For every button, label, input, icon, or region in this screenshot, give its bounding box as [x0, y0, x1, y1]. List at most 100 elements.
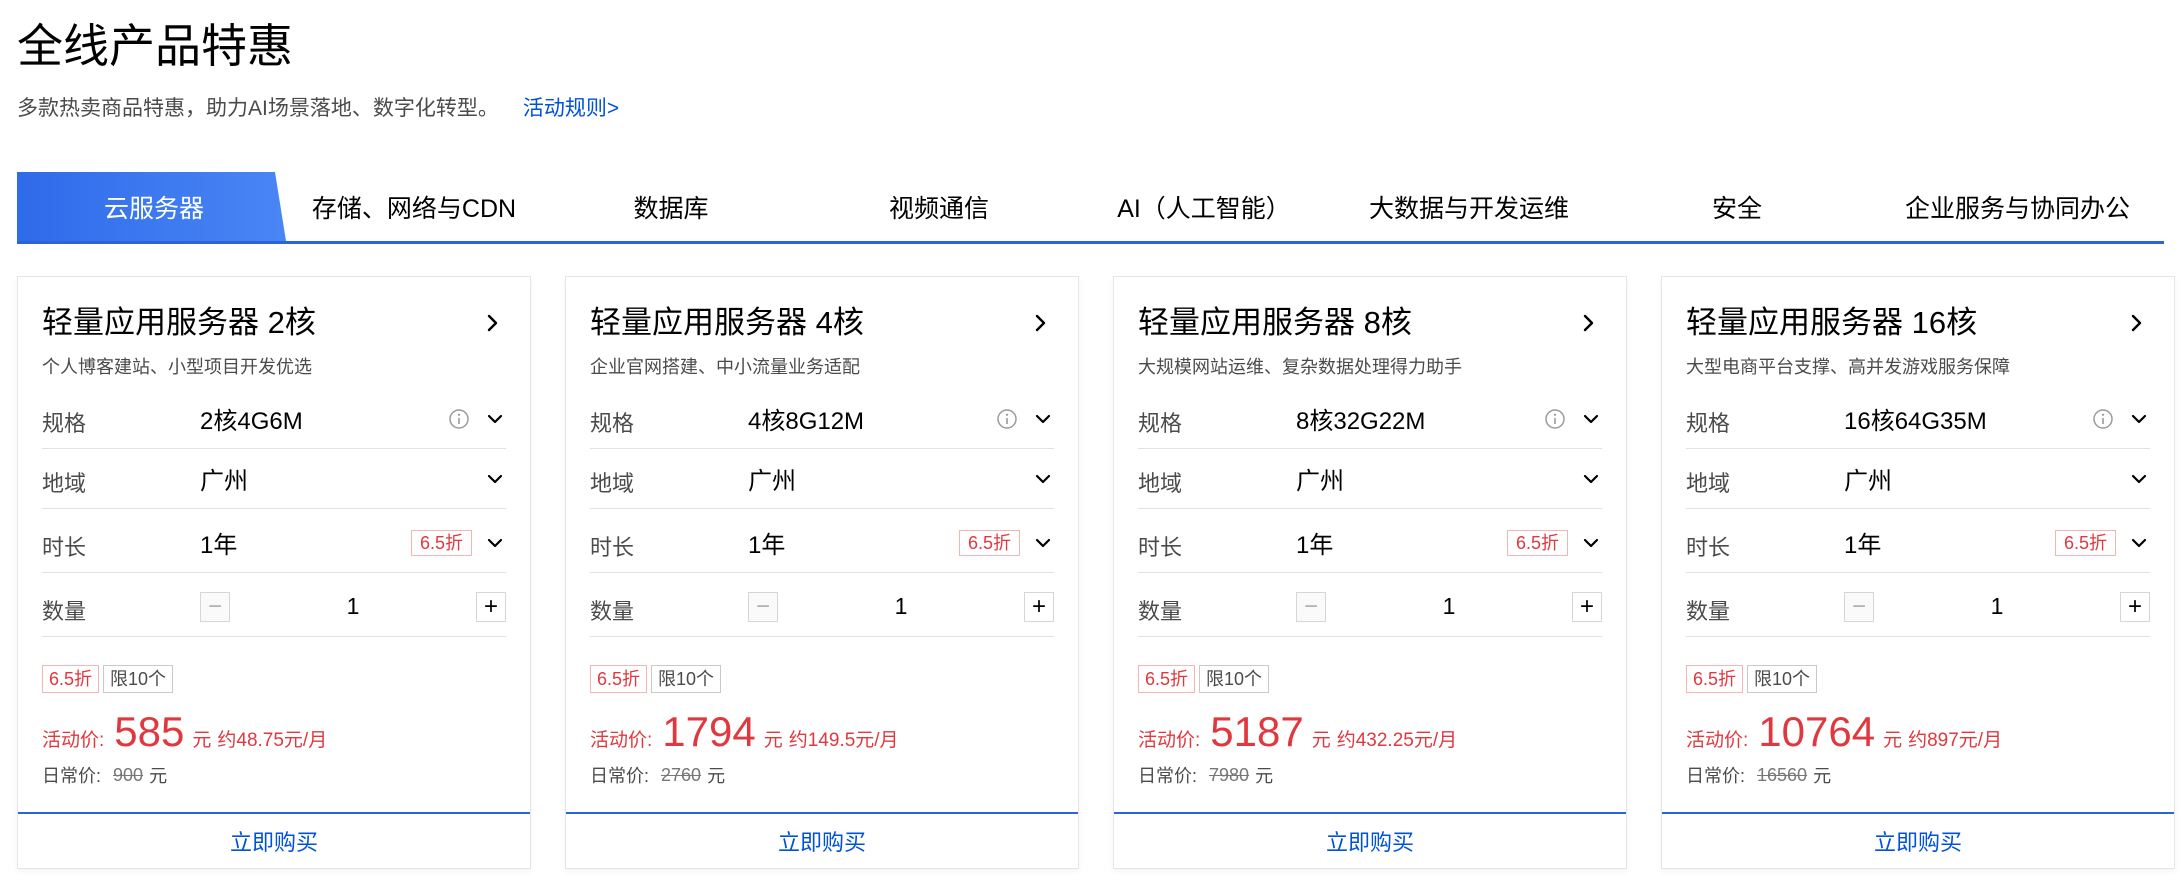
chevron-down-icon[interactable] [2128, 408, 2150, 430]
tab-security[interactable]: 安全 [1603, 172, 1871, 241]
card-title: 轻量应用服务器 8核 [1138, 305, 1412, 340]
buy-now-button[interactable]: 立即购买 [1114, 812, 1626, 868]
region-select[interactable]: 广州 [200, 461, 484, 496]
normal-price-currency: 元 [1255, 766, 1274, 786]
duration-label: 时长 [42, 534, 87, 560]
duration-select[interactable]: 1年 [200, 525, 411, 560]
page-title: 全线产品特惠 [17, 20, 293, 72]
region-row[interactable]: 地域 广州 [590, 449, 1054, 509]
plus-icon[interactable]: + [1023, 591, 1054, 622]
product-card: 轻量应用服务器 2核 个人博客建站、小型项目开发优选 规格 2核4G6M 地域 … [17, 276, 531, 869]
info-circle-icon[interactable] [996, 408, 1018, 430]
activity-price-currency: 元 [192, 730, 212, 751]
spec-row[interactable]: 规格 4核8G12M [590, 389, 1054, 449]
chevron-right-icon[interactable] [2124, 307, 2150, 339]
duration-select[interactable]: 1年 [748, 525, 959, 560]
buy-now-button[interactable]: 立即购买 [566, 812, 1078, 868]
chevron-down-icon[interactable] [2128, 532, 2150, 554]
chevron-down-icon[interactable] [1032, 532, 1054, 554]
duration-discount-tag: 6.5折 [958, 529, 1020, 556]
buy-now-button[interactable]: 立即购买 [1662, 812, 2174, 868]
card-header[interactable]: 轻量应用服务器 4核 [590, 303, 1054, 343]
normal-price-label: 日常价: [1686, 766, 1746, 786]
quantity-stepper[interactable]: − 1 + [748, 591, 1054, 622]
duration-discount-tag: 6.5折 [1506, 529, 1568, 556]
region-label: 地域 [42, 470, 87, 496]
duration-select[interactable]: 1年 [1296, 525, 1507, 560]
duration-row[interactable]: 时长 1年 6.5折 [1686, 513, 2150, 573]
info-circle-icon[interactable] [448, 408, 470, 430]
chevron-right-icon[interactable] [1028, 307, 1054, 339]
plus-icon[interactable]: + [475, 591, 506, 622]
quantity-stepper[interactable]: − 1 + [200, 591, 506, 622]
spec-label: 规格 [590, 410, 635, 436]
card-title: 轻量应用服务器 4核 [590, 305, 864, 340]
chevron-down-icon[interactable] [1032, 468, 1054, 490]
card-description: 企业官网搭建、中小流量业务适配 [590, 357, 860, 377]
quantity-value[interactable]: 1 [1991, 593, 2004, 620]
tab-storage-network-cdn[interactable]: 存储、网络与CDN [291, 172, 537, 241]
tab-video-communication[interactable]: 视频通信 [805, 172, 1073, 241]
page-subtitle: 多款热卖商品特惠，助力AI场景落地、数字化转型。 [17, 97, 499, 120]
quantity-value[interactable]: 1 [347, 593, 360, 620]
card-title: 轻量应用服务器 2核 [42, 305, 316, 340]
region-select[interactable]: 广州 [1296, 461, 1580, 496]
activity-price-row: 活动价: 585 元 约48.75元/月 [42, 707, 327, 757]
minus-icon[interactable]: − [748, 591, 778, 622]
quantity-stepper[interactable]: − 1 + [1296, 591, 1602, 622]
promo-badges: 6.5折 限10个 [42, 665, 177, 693]
plus-icon[interactable]: + [1571, 591, 1602, 622]
tab-database[interactable]: 数据库 [537, 172, 805, 241]
region-row[interactable]: 地域 广州 [42, 449, 506, 509]
discount-badge: 6.5折 [590, 665, 648, 693]
card-description: 大规模网站运维、复杂数据处理得力助手 [1138, 357, 1462, 377]
region-select[interactable]: 广州 [1844, 461, 2128, 496]
spec-row[interactable]: 规格 16核64G35M [1686, 389, 2150, 449]
quantity-stepper[interactable]: − 1 + [1844, 591, 2150, 622]
activity-price-label: 活动价: [590, 730, 653, 751]
quantity-value[interactable]: 1 [895, 593, 908, 620]
tab-bigdata-devops[interactable]: 大数据与开发运维 [1335, 172, 1603, 241]
spec-select[interactable]: 8核32G22M [1296, 401, 1544, 436]
card-header[interactable]: 轻量应用服务器 2核 [42, 303, 506, 343]
spec-row[interactable]: 规格 8核32G22M [1138, 389, 1602, 449]
tab-enterprise-services[interactable]: 企业服务与协同办公 [1871, 172, 2164, 241]
spec-select[interactable]: 16核64G35M [1844, 401, 2092, 436]
chevron-down-icon[interactable] [484, 468, 506, 490]
spec-select[interactable]: 4核8G12M [748, 401, 996, 436]
minus-icon[interactable]: − [1296, 591, 1326, 622]
chevron-down-icon[interactable] [484, 408, 506, 430]
chevron-down-icon[interactable] [484, 532, 506, 554]
tab-cloud-server[interactable]: 云服务器 [17, 172, 286, 241]
card-header[interactable]: 轻量应用服务器 16核 [1686, 303, 2150, 343]
minus-icon[interactable]: − [200, 591, 230, 622]
region-row[interactable]: 地域 广州 [1686, 449, 2150, 509]
promo-badges: 6.5折 限10个 [590, 665, 725, 693]
spec-select[interactable]: 2核4G6M [200, 401, 448, 436]
spec-row[interactable]: 规格 2核4G6M [42, 389, 506, 449]
info-circle-icon[interactable] [1544, 408, 1566, 430]
chevron-down-icon[interactable] [1580, 468, 1602, 490]
region-select[interactable]: 广州 [748, 461, 1032, 496]
activity-price-label: 活动价: [1686, 730, 1749, 751]
buy-now-button[interactable]: 立即购买 [18, 812, 530, 868]
chevron-right-icon[interactable] [480, 307, 506, 339]
plus-icon[interactable]: + [2119, 591, 2150, 622]
chevron-down-icon[interactable] [1580, 408, 1602, 430]
duration-row[interactable]: 时长 1年 6.5折 [42, 513, 506, 573]
chevron-down-icon[interactable] [1032, 408, 1054, 430]
info-circle-icon[interactable] [2092, 408, 2114, 430]
region-label: 地域 [1138, 470, 1183, 496]
minus-icon[interactable]: − [1844, 591, 1874, 622]
chevron-down-icon[interactable] [1580, 532, 1602, 554]
tab-ai[interactable]: AI（人工智能） [1073, 172, 1335, 241]
duration-row[interactable]: 时长 1年 6.5折 [590, 513, 1054, 573]
duration-select[interactable]: 1年 [1844, 525, 2055, 560]
quantity-value[interactable]: 1 [1443, 593, 1456, 620]
region-row[interactable]: 地域 广州 [1138, 449, 1602, 509]
activity-rules-link[interactable]: 活动规则> [523, 92, 619, 122]
chevron-right-icon[interactable] [1576, 307, 1602, 339]
duration-row[interactable]: 时长 1年 6.5折 [1138, 513, 1602, 573]
card-header[interactable]: 轻量应用服务器 8核 [1138, 303, 1602, 343]
chevron-down-icon[interactable] [2128, 468, 2150, 490]
